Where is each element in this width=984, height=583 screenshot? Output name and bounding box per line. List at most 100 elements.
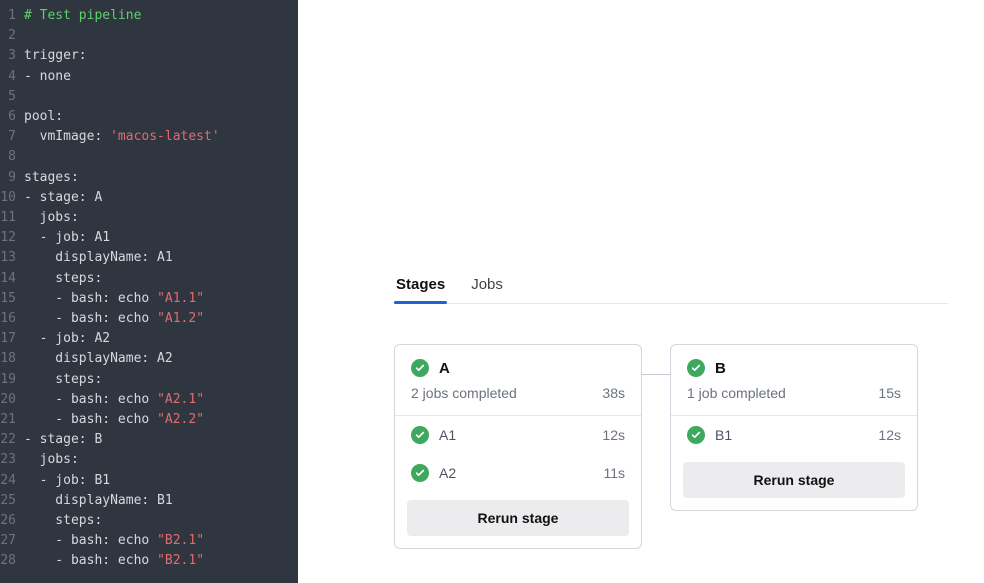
code-content: vmImage: 'macos-latest' xyxy=(24,127,220,147)
gutter-line-number: 5 xyxy=(0,87,24,107)
code-line[interactable]: 14 steps: xyxy=(0,269,298,289)
pipeline-panel: Stages Jobs A 2 jobs completed 38s A1 12… xyxy=(298,0,984,583)
code-line[interactable]: 4- none xyxy=(0,67,298,87)
stage-title: B xyxy=(715,360,726,377)
code-content: # Test pipeline xyxy=(24,6,141,26)
job-duration: 12s xyxy=(878,427,901,443)
job-duration: 12s xyxy=(602,427,625,443)
rerun-stage-button[interactable]: Rerun stage xyxy=(683,462,905,498)
code-content: - bash: echo "A1.1" xyxy=(24,289,204,309)
stage-header: A xyxy=(395,345,641,381)
tab-stages[interactable]: Stages xyxy=(394,268,447,303)
code-line[interactable]: 18 displayName: A2 xyxy=(0,349,298,369)
code-content: pool: xyxy=(24,107,63,127)
code-line[interactable]: 11 jobs: xyxy=(0,208,298,228)
code-line[interactable]: 24 - job: B1 xyxy=(0,471,298,491)
check-icon xyxy=(411,426,429,444)
gutter-line-number: 9 xyxy=(0,168,24,188)
code-line[interactable]: 22- stage: B xyxy=(0,430,298,450)
code-content: - stage: B xyxy=(24,430,102,450)
code-line[interactable]: 19 steps: xyxy=(0,370,298,390)
code-content: - bash: echo "B2.1" xyxy=(24,531,204,551)
code-content: - job: B1 xyxy=(24,471,110,491)
stage-duration: 15s xyxy=(878,385,901,401)
code-line[interactable]: 10- stage: A xyxy=(0,188,298,208)
gutter-line-number: 26 xyxy=(0,511,24,531)
gutter-line-number: 17 xyxy=(0,329,24,349)
gutter-line-number: 25 xyxy=(0,491,24,511)
code-content: steps: xyxy=(24,269,102,289)
code-line[interactable]: 9stages: xyxy=(0,168,298,188)
code-content: - bash: echo "A2.1" xyxy=(24,390,204,410)
gutter-line-number: 8 xyxy=(0,147,24,167)
stage-title: A xyxy=(439,360,450,377)
gutter-line-number: 2 xyxy=(0,26,24,46)
code-content: - job: A1 xyxy=(24,228,110,248)
stage-summary: 2 jobs completed 38s xyxy=(395,381,641,416)
code-line[interactable]: 15 - bash: echo "A1.1" xyxy=(0,289,298,309)
code-content: - bash: echo "B2.1" xyxy=(24,551,204,571)
gutter-line-number: 19 xyxy=(0,370,24,390)
code-content: - none xyxy=(24,67,71,87)
code-content: - job: A2 xyxy=(24,329,110,349)
tab-jobs[interactable]: Jobs xyxy=(469,268,505,303)
tabs: Stages Jobs xyxy=(394,268,948,304)
code-line[interactable]: 13 displayName: A1 xyxy=(0,248,298,268)
stage-duration: 38s xyxy=(602,385,625,401)
code-line[interactable]: 27 - bash: echo "B2.1" xyxy=(0,531,298,551)
gutter-line-number: 18 xyxy=(0,349,24,369)
stage-card-b: B 1 job completed 15s B1 12s Rerun stage xyxy=(670,344,918,511)
code-content: - bash: echo "A2.2" xyxy=(24,410,204,430)
gutter-line-number: 1 xyxy=(0,6,24,26)
code-line[interactable]: 23 jobs: xyxy=(0,450,298,470)
job-row[interactable]: B1 12s xyxy=(671,416,917,454)
gutter-line-number: 14 xyxy=(0,269,24,289)
gutter-line-number: 23 xyxy=(0,450,24,470)
stages-row: A 2 jobs completed 38s A1 12s A2 11s xyxy=(394,344,948,549)
code-line[interactable]: 8 xyxy=(0,147,298,167)
gutter-line-number: 22 xyxy=(0,430,24,450)
code-line[interactable]: 6pool: xyxy=(0,107,298,127)
code-line[interactable]: 21 - bash: echo "A2.2" xyxy=(0,410,298,430)
code-line[interactable]: 1# Test pipeline xyxy=(0,6,298,26)
code-editor[interactable]: 1# Test pipeline23trigger:4- none56pool:… xyxy=(0,0,298,583)
check-icon xyxy=(411,464,429,482)
code-content: jobs: xyxy=(24,208,79,228)
gutter-line-number: 7 xyxy=(0,127,24,147)
code-line[interactable]: 5 xyxy=(0,87,298,107)
stage-header: B xyxy=(671,345,917,381)
code-line[interactable]: 25 displayName: B1 xyxy=(0,491,298,511)
check-icon xyxy=(411,359,429,377)
code-line[interactable]: 12 - job: A1 xyxy=(0,228,298,248)
stage-card-a: A 2 jobs completed 38s A1 12s A2 11s xyxy=(394,344,642,549)
job-name: A2 xyxy=(439,465,593,481)
gutter-line-number: 24 xyxy=(0,471,24,491)
rerun-stage-button[interactable]: Rerun stage xyxy=(407,500,629,536)
code-content: - stage: A xyxy=(24,188,102,208)
gutter-line-number: 4 xyxy=(0,67,24,87)
gutter-line-number: 6 xyxy=(0,107,24,127)
code-line[interactable]: 26 steps: xyxy=(0,511,298,531)
code-line[interactable]: 3trigger: xyxy=(0,46,298,66)
code-line[interactable]: 28 - bash: echo "B2.1" xyxy=(0,551,298,571)
job-name: B1 xyxy=(715,427,868,443)
job-row[interactable]: A2 11s xyxy=(395,454,641,492)
gutter-line-number: 20 xyxy=(0,390,24,410)
stage-summary-text: 1 job completed xyxy=(687,385,786,401)
code-line[interactable]: 7 vmImage: 'macos-latest' xyxy=(0,127,298,147)
gutter-line-number: 21 xyxy=(0,410,24,430)
gutter-line-number: 11 xyxy=(0,208,24,228)
job-name: A1 xyxy=(439,427,592,443)
code-line[interactable]: 16 - bash: echo "A1.2" xyxy=(0,309,298,329)
gutter-line-number: 15 xyxy=(0,289,24,309)
stage-summary: 1 job completed 15s xyxy=(671,381,917,416)
code-content: trigger: xyxy=(24,46,87,66)
stage-connector xyxy=(642,374,670,375)
code-line[interactable]: 17 - job: A2 xyxy=(0,329,298,349)
job-row[interactable]: A1 12s xyxy=(395,416,641,454)
code-content: jobs: xyxy=(24,450,79,470)
code-content: stages: xyxy=(24,168,79,188)
job-duration: 11s xyxy=(603,465,625,481)
code-line[interactable]: 20 - bash: echo "A2.1" xyxy=(0,390,298,410)
code-line[interactable]: 2 xyxy=(0,26,298,46)
